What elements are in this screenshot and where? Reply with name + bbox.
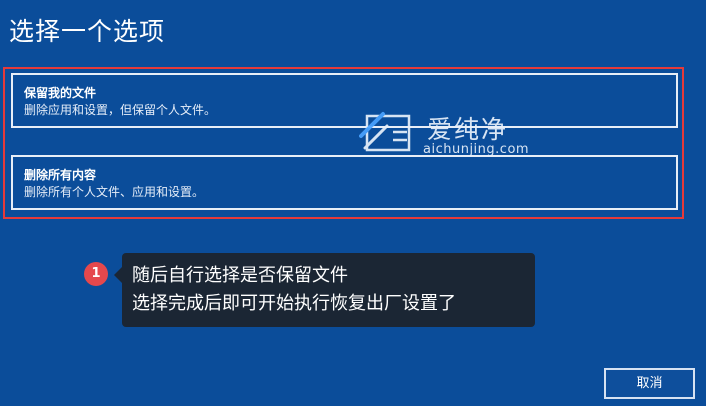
instruction-callout: 随后自行选择是否保留文件 选择完成后即可开始执行恢复出厂设置了 <box>114 253 535 327</box>
watermark-name: 爱纯净 <box>427 115 509 144</box>
watermark: 爱纯净 aichunjing.com <box>357 108 547 160</box>
option-title: 删除所有内容 <box>24 168 97 182</box>
page-title: 选择一个选项 <box>9 17 166 46</box>
step-number-badge: 1 <box>84 262 108 286</box>
option-title: 保留我的文件 <box>24 86 97 100</box>
remove-everything-option[interactable]: 删除所有内容 删除所有个人文件、应用和设置。 <box>11 155 678 210</box>
callout-line: 选择完成后即可开始执行恢复出厂设置了 <box>132 293 456 314</box>
keep-my-files-option[interactable]: 保留我的文件 删除应用和设置，但保留个人文件。 <box>11 73 678 128</box>
option-description: 删除所有个人文件、应用和设置。 <box>24 185 205 199</box>
option-description: 删除应用和设置，但保留个人文件。 <box>24 103 217 117</box>
watermark-url: aichunjing.com <box>423 142 530 157</box>
watermark-logo-icon <box>359 112 411 152</box>
callout-line: 随后自行选择是否保留文件 <box>132 265 348 286</box>
cancel-button[interactable]: 取消 <box>604 368 695 399</box>
